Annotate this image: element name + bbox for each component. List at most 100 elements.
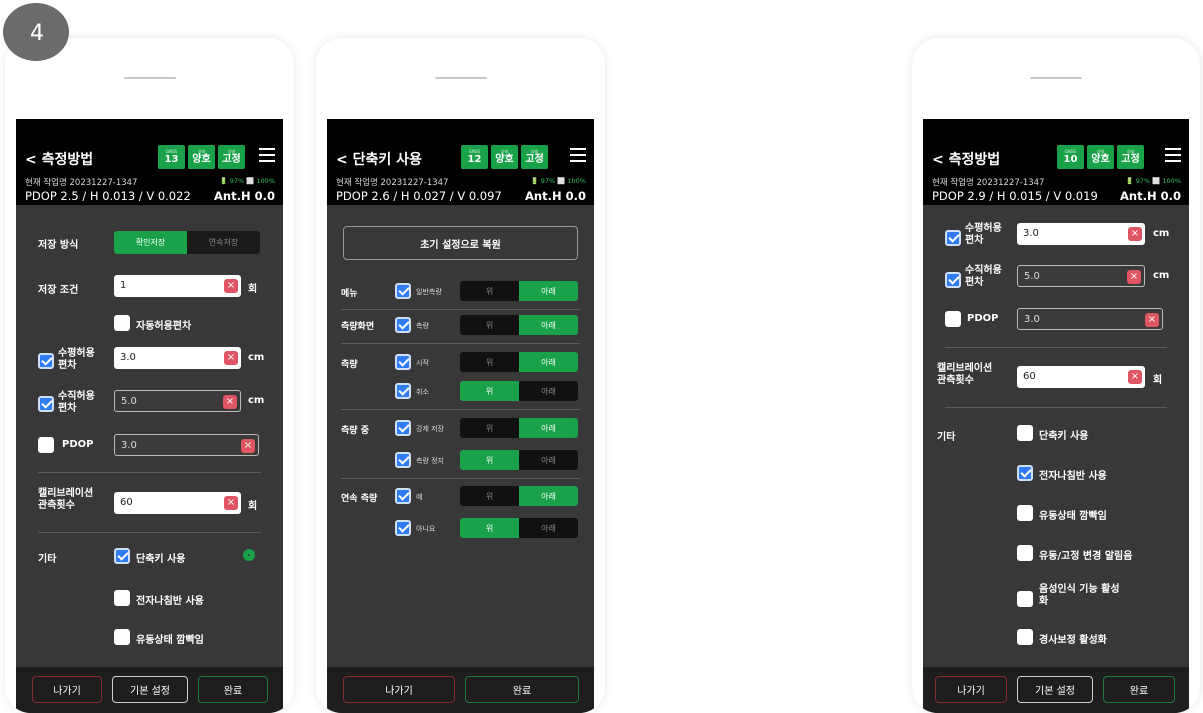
shortcut-row-checkbox[interactable] xyxy=(395,452,411,468)
exit-button[interactable]: 나가기 xyxy=(32,676,102,703)
satellite-count-badge[interactable]: GNSS 13 xyxy=(158,145,185,169)
up-option[interactable]: 위 xyxy=(460,281,519,301)
up-down-toggle[interactable]: 위 아래 xyxy=(460,450,578,470)
clear-icon[interactable]: × xyxy=(223,395,237,409)
reset-defaults-button[interactable]: 초기 설정으로 복원 xyxy=(343,226,578,260)
shortcut-row-checkbox[interactable] xyxy=(395,488,411,504)
shortcut-checkbox[interactable] xyxy=(1017,425,1033,441)
hamburger-menu-icon[interactable] xyxy=(1165,148,1181,166)
pdop-checkbox[interactable] xyxy=(945,311,961,327)
vertical-tolerance-input[interactable]: 5.0 × xyxy=(1017,265,1145,287)
default-settings-button[interactable]: 기본 설정 xyxy=(112,676,188,703)
done-button[interactable]: 완료 xyxy=(1103,676,1175,703)
shortcut-row-checkbox[interactable] xyxy=(395,383,411,399)
pdop-input[interactable]: 3.0 × xyxy=(114,434,259,456)
fix-change-alert-checkbox[interactable] xyxy=(1017,545,1033,561)
default-settings-button[interactable]: 기본 설정 xyxy=(1017,676,1093,703)
up-down-toggle[interactable]: 위 아래 xyxy=(460,315,578,335)
horizontal-tolerance-checkbox[interactable] xyxy=(38,353,54,369)
done-button[interactable]: 완료 xyxy=(465,676,579,703)
up-down-toggle[interactable]: 위 아래 xyxy=(460,518,578,538)
up-option[interactable]: 위 xyxy=(460,486,519,506)
down-option[interactable]: 아래 xyxy=(519,486,578,506)
up-option[interactable]: 위 xyxy=(460,381,519,401)
clear-icon[interactable]: × xyxy=(1128,227,1142,241)
fix-status-badge[interactable]: 상태 고정 xyxy=(1117,145,1144,169)
up-down-toggle[interactable]: 위 아래 xyxy=(460,418,578,438)
satellite-count-badge[interactable]: GNSS 10 xyxy=(1057,145,1084,169)
blink-checkbox[interactable] xyxy=(1017,505,1033,521)
back-button[interactable]: < 단축키 사용 xyxy=(336,149,422,169)
horizontal-tolerance-checkbox[interactable] xyxy=(945,230,961,246)
exit-button[interactable]: 나가기 xyxy=(935,676,1007,703)
shortcut-row-checkbox[interactable] xyxy=(395,283,411,299)
up-option[interactable]: 위 xyxy=(460,518,519,538)
down-option[interactable]: 아래 xyxy=(519,315,578,335)
vertical-tolerance-checkbox[interactable] xyxy=(945,272,961,288)
up-down-toggle[interactable]: 위 아래 xyxy=(460,281,578,301)
calibration-count-input[interactable]: 60 × xyxy=(1017,366,1145,388)
shortcut-checkbox[interactable] xyxy=(114,548,130,564)
confirm-save-option[interactable]: 확인저장 xyxy=(114,231,187,254)
bottom-action-bar: 나가기 완료 xyxy=(327,667,594,713)
signal-quality-badge[interactable]: 상태 양호 xyxy=(188,145,215,169)
clear-icon[interactable]: × xyxy=(1127,270,1141,284)
shortcut-row-checkbox[interactable] xyxy=(395,420,411,436)
horizontal-tolerance-label: 수평허용 편차 xyxy=(58,348,95,371)
down-option[interactable]: 아래 xyxy=(519,418,578,438)
clear-icon[interactable]: × xyxy=(224,351,238,365)
fix-status-badge[interactable]: 상태 고정 xyxy=(218,145,245,169)
vertical-tolerance-input[interactable]: 5.0 × xyxy=(114,390,241,412)
save-condition-input[interactable]: 1 × xyxy=(114,275,241,297)
up-option[interactable]: 위 xyxy=(460,352,519,372)
horizontal-tolerance-input[interactable]: 3.0 × xyxy=(114,347,241,369)
auto-tolerance-checkbox[interactable] xyxy=(114,315,130,331)
calibration-count-input[interactable]: 60 × xyxy=(114,492,241,514)
blink-checkbox[interactable] xyxy=(114,629,130,645)
up-down-toggle[interactable]: 위 아래 xyxy=(460,352,578,372)
dop-readout: PDOP 2.5 / H 0.013 / V 0.022 xyxy=(25,189,191,203)
vertical-tolerance-checkbox[interactable] xyxy=(38,396,54,412)
shortcut-row-checkbox[interactable] xyxy=(395,354,411,370)
down-option[interactable]: 아래 xyxy=(519,381,578,401)
signal-quality-badge[interactable]: 상태 양호 xyxy=(1087,145,1114,169)
shortcut-row-checkbox[interactable] xyxy=(395,520,411,536)
clear-icon[interactable]: × xyxy=(1128,370,1142,384)
up-option[interactable]: 위 xyxy=(460,315,519,335)
gear-icon[interactable] xyxy=(243,549,255,561)
save-method-toggle[interactable]: 확인저장 연속저장 xyxy=(114,231,260,254)
up-down-toggle[interactable]: 위 아래 xyxy=(460,486,578,506)
clear-icon[interactable]: × xyxy=(241,439,255,453)
antenna-height: Ant.H 0.0 xyxy=(525,189,586,203)
up-option[interactable]: 위 xyxy=(460,418,519,438)
up-down-toggle[interactable]: 위 아래 xyxy=(460,381,578,401)
up-option[interactable]: 위 xyxy=(460,450,519,470)
down-option[interactable]: 아래 xyxy=(519,352,578,372)
signal-quality-badge[interactable]: 상태 양호 xyxy=(491,145,518,169)
done-button[interactable]: 완료 xyxy=(198,676,268,703)
hamburger-menu-icon[interactable] xyxy=(259,148,275,166)
compass-checkbox[interactable] xyxy=(1017,465,1033,481)
continuous-save-option[interactable]: 연속저장 xyxy=(187,231,260,254)
down-option[interactable]: 아래 xyxy=(519,281,578,301)
clear-icon[interactable]: × xyxy=(224,496,238,510)
compass-checkbox[interactable] xyxy=(114,590,130,606)
tilt-correction-checkbox[interactable] xyxy=(1017,629,1033,645)
clear-icon[interactable]: × xyxy=(1145,313,1159,327)
back-button[interactable]: < 측정방법 xyxy=(25,149,93,169)
horizontal-tolerance-input[interactable]: 3.0 × xyxy=(1017,223,1145,245)
divider xyxy=(945,347,1167,348)
hamburger-menu-icon[interactable] xyxy=(570,148,586,166)
down-option[interactable]: 아래 xyxy=(519,518,578,538)
exit-button[interactable]: 나가기 xyxy=(343,676,455,703)
down-option[interactable]: 아래 xyxy=(519,450,578,470)
satellite-count-badge[interactable]: GNSS 12 xyxy=(461,145,488,169)
voice-recognition-checkbox[interactable] xyxy=(1017,591,1033,607)
back-button[interactable]: < 측정방법 xyxy=(932,149,1000,169)
clear-icon[interactable]: × xyxy=(224,279,238,293)
fix-status-badge[interactable]: 상태 고정 xyxy=(521,145,548,169)
divider xyxy=(38,532,261,533)
shortcut-row-checkbox[interactable] xyxy=(395,317,411,333)
pdop-checkbox[interactable] xyxy=(38,437,54,453)
pdop-input[interactable]: 3.0 × xyxy=(1017,308,1163,330)
